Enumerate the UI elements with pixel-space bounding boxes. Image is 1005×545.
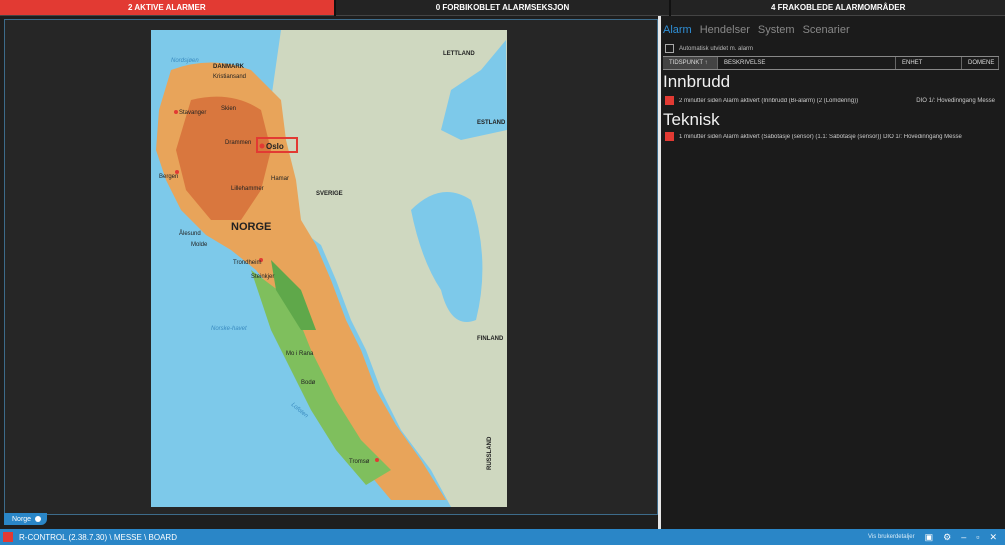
minimize-icon[interactable]: – [961, 532, 966, 543]
map-city-tromso: Tromsø [349, 459, 370, 465]
map-city-steinkjer: Steinkjer [251, 274, 274, 280]
alarm-table-header: TIDSPUNKT ↑ BESKRIVELSE ENHET DOMENE [663, 56, 999, 70]
tab-events[interactable]: Hendelser [700, 24, 750, 36]
auto-expand-option[interactable]: Automatisk utvidet m. alarm [665, 44, 753, 53]
chat-icon[interactable]: ▣ [925, 532, 934, 543]
user-details-link[interactable]: Vis brukerdetaljer [868, 534, 915, 540]
map-city-stavanger: Stavanger [179, 110, 206, 116]
alarm-panel: Alarm Hendelser System Scenarier Automat… [661, 16, 1005, 529]
window-controls: ▣ ⚙ – ▫ ✕ [925, 532, 997, 543]
map-city-hamar: Hamar [271, 176, 289, 182]
gear-icon[interactable]: ⚙ [943, 532, 951, 543]
column-description[interactable]: BESKRIVELSE [718, 57, 896, 69]
map-city-molde: Molde [191, 242, 208, 248]
tab-alarm[interactable]: Alarm [663, 24, 692, 36]
status-bar: R-CONTROL (2.38.7.30) \ MESSE \ BOARD Vi… [0, 529, 1005, 545]
column-domain[interactable]: DOMENE [962, 57, 999, 69]
map-city-mo-i-rana: Mo i Rana [286, 351, 314, 357]
auto-expand-checkbox[interactable] [665, 44, 674, 53]
map-panel: Oslo Kristiansand Stavanger Skien Dramme… [4, 19, 658, 515]
map-city-alesund: Ålesund [179, 230, 201, 237]
alarm-row[interactable]: 2 minutter siden Alarm aktivert (Innbrud… [665, 96, 995, 105]
alarm-summary-bar: 2 AKTIVE ALARMER 0 FORBIKOBLET ALARMSEKS… [0, 0, 1005, 16]
map-image: Oslo Kristiansand Stavanger Skien Dramme… [151, 30, 507, 507]
alarm-status-icon [665, 96, 674, 105]
app-logo-icon [3, 532, 13, 542]
map-city-skien: Skien [221, 106, 236, 112]
group-title-technical[interactable]: Teknisk [663, 110, 720, 130]
map-city-bodo: Bodø [301, 380, 316, 386]
tab-system[interactable]: System [758, 24, 795, 36]
disconnected-sections-button[interactable]: 0 FORBIKOBLET ALARMSEKSJON [335, 0, 670, 16]
map-country-russia: RUSSLAND [487, 436, 493, 470]
alarm-description: 2 minutter siden Alarm aktivert (Innbrud… [679, 97, 859, 104]
alarm-panel-tabs: Alarm Hendelser System Scenarier [663, 24, 850, 36]
maximize-icon[interactable]: ▫ [976, 532, 979, 543]
map-city-drammen: Drammen [225, 140, 251, 146]
map-sea-north: Nordsjøen [171, 58, 199, 64]
map-country-latvia: LETTLAND [443, 51, 475, 57]
active-alarms-button[interactable]: 2 AKTIVE ALARMER [0, 0, 334, 16]
alarm-unit-domain: DIO 1/: Hovedinngang Messe [916, 97, 995, 104]
map-view[interactable]: Oslo Kristiansand Stavanger Skien Dramme… [151, 30, 507, 507]
map-country-denmark: DANMARK [213, 64, 245, 70]
alarm-status-icon [665, 132, 674, 141]
auto-expand-label: Automatisk utvidet m. alarm [679, 45, 754, 52]
alarm-description: 1 minutter siden Alarm aktivert (Sabotas… [679, 133, 962, 140]
tab-scenarios[interactable]: Scenarier [803, 24, 850, 36]
map-country-estonia: ESTLAND [477, 120, 506, 126]
group-title-intrusion[interactable]: Innbrudd [663, 72, 730, 92]
close-icon[interactable]: ✕ [989, 532, 997, 543]
column-time[interactable]: TIDSPUNKT ↑ [663, 57, 718, 69]
map-country-sweden: SVERIGE [316, 191, 343, 197]
map-sea-norwegian: Norske-havet [211, 326, 247, 332]
unarmed-areas-button[interactable]: 4 FRAKOBLEDE ALARMOMRÅDER [671, 0, 1005, 16]
map-country-norway: NORGE [231, 221, 271, 233]
map-tab-label: Norge [12, 515, 32, 523]
app-title: R-CONTROL (2.38.7.30) \ MESSE \ BOARD [19, 532, 177, 542]
map-city-kristiansand: Kristiansand [213, 74, 246, 80]
map-tab-indicator-icon [35, 516, 42, 522]
map-city-lillehammer: Lillehammer [231, 186, 264, 192]
map-city-trondheim: Trondheim [233, 260, 261, 266]
map-city-bergen: Bergen [159, 174, 178, 180]
map-city-oslo: Oslo [266, 142, 284, 151]
column-unit[interactable]: ENHET [896, 57, 962, 69]
alarm-row[interactable]: 1 minutter siden Alarm aktivert (Sabotas… [665, 132, 995, 141]
map-tab-norway[interactable]: Norge [4, 513, 48, 525]
map-country-finland: FINLAND [477, 336, 504, 342]
